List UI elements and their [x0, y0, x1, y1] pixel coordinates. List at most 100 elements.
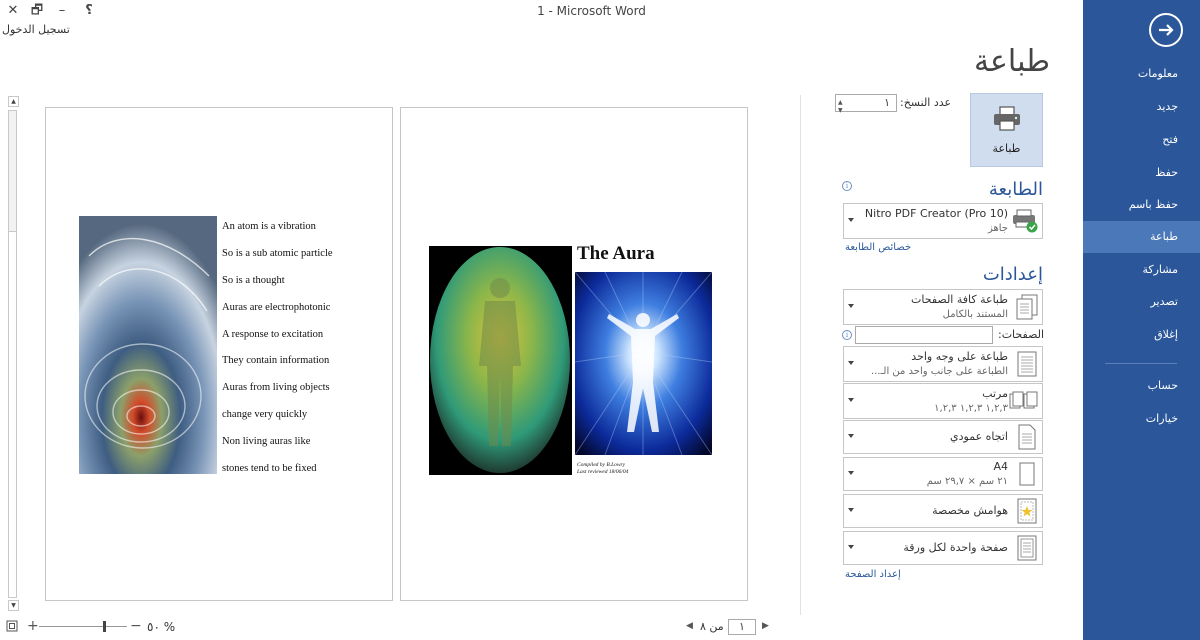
nav-open[interactable]: فتح	[1083, 124, 1200, 156]
nav-new[interactable]: جديد	[1083, 91, 1200, 123]
collate-label: مرتب	[982, 387, 1008, 400]
one-page-per-sheet-icon	[1017, 535, 1037, 561]
custom-margins-icon	[1017, 498, 1037, 524]
chevron-down-icon	[848, 471, 854, 475]
preview-scrollbar[interactable]: ▲ ▼	[5, 96, 19, 612]
nav-export[interactable]: تصدير	[1083, 286, 1200, 318]
poem-line: They contain information	[222, 355, 330, 366]
print-range-dropdown[interactable]: طباعة كافة الصفحات المستند بالكامل	[843, 289, 1043, 325]
back-arrow-icon	[1159, 24, 1174, 36]
poem-line: Non living auras like	[222, 436, 311, 447]
nav-account[interactable]: حساب	[1083, 370, 1200, 402]
one-sided-icon	[1017, 351, 1037, 377]
scroll-up-icon[interactable]: ▲	[8, 96, 19, 107]
printer-icon	[994, 106, 1020, 131]
margins-dropdown[interactable]: هوامش مخصصة	[843, 494, 1043, 528]
printer-name: Nitro PDF Creator (Pro 10)	[864, 207, 1008, 220]
copies-stepper[interactable]: ١ ▲ ▼	[835, 94, 897, 114]
paper-size-label: A4	[993, 460, 1008, 473]
poem-line: stones tend to be fixed	[222, 463, 317, 474]
aura-body-image	[429, 246, 572, 475]
nav-share[interactable]: مشاركة	[1083, 254, 1200, 286]
scroll-down-icon[interactable]: ▼	[8, 600, 19, 611]
chevron-down-icon	[848, 398, 854, 402]
credit-line: Last reviewed 18/06/04	[577, 469, 629, 475]
pages-label: الصفحات:	[998, 328, 1045, 341]
poem-line: Auras are electrophotonic	[222, 302, 331, 313]
nav-save-as[interactable]: حفظ باسم	[1083, 189, 1200, 221]
zoom-slider[interactable]	[39, 626, 127, 627]
current-page-input[interactable]: ١	[728, 619, 756, 635]
paper-size-sub: ٢١ سم × ٢٩,٧ سم	[926, 476, 1008, 487]
printer-status: جاهز	[987, 223, 1008, 234]
collate-dropdown[interactable]: مرتب ١,٢,٣ ١,٢,٣ ١,٢,٣	[843, 383, 1043, 419]
previous-page-icon[interactable]: ◀	[686, 621, 693, 631]
zoom-in-button[interactable]: +	[27, 618, 39, 634]
printer-properties-link[interactable]: خصائص الطابعة	[845, 242, 911, 253]
pages-per-sheet-label: صفحة واحدة لكل ورقة	[903, 541, 1008, 554]
sides-label: طباعة على وجه واحد	[911, 350, 1008, 363]
nav-separator	[1105, 363, 1177, 364]
chevron-down-icon	[848, 508, 854, 512]
nav-save[interactable]: حفظ	[1083, 157, 1200, 189]
copies-value: ١	[884, 96, 890, 109]
next-page-icon[interactable]: ▶	[762, 621, 769, 631]
orientation-label: اتجاه عمودي	[950, 430, 1008, 443]
nav-print[interactable]: طباعة	[1083, 221, 1200, 253]
pages-input[interactable]	[855, 326, 993, 344]
collated-icon	[1009, 391, 1038, 409]
print-button[interactable]: طباعة	[970, 93, 1043, 167]
pages-stack-icon	[1016, 294, 1038, 320]
sign-in-link[interactable]: تسجيل الدخول	[2, 23, 70, 36]
orientation-dropdown[interactable]: اتجاه عمودي	[843, 420, 1043, 454]
sides-sub: الطباعة على جانب واحد من الـ...	[870, 366, 1008, 377]
chevron-down-icon	[848, 218, 854, 222]
portrait-icon	[1018, 424, 1036, 450]
paper-icon	[1019, 462, 1035, 486]
nav-options[interactable]: خيارات	[1083, 403, 1200, 435]
collate-sub: ١,٢,٣ ١,٢,٣ ١,٢,٣	[934, 403, 1008, 414]
nav-info[interactable]: معلومات	[1083, 58, 1200, 90]
chevron-down-icon	[848, 545, 854, 549]
poem-line: An atom is a vibration	[222, 221, 316, 232]
chevron-down-icon	[848, 304, 854, 308]
spin-down-icon[interactable]: ▼	[838, 103, 843, 119]
title-bar: ✕ 🗗 – ؟ 1 - Microsoft Word	[0, 0, 1083, 22]
pages-per-sheet-dropdown[interactable]: صفحة واحدة لكل ورقة	[843, 531, 1043, 565]
poem-line: So is a sub atomic particle	[222, 248, 333, 259]
zoom-to-page-icon[interactable]	[6, 620, 18, 632]
poem-line: A response to excitation	[222, 329, 324, 340]
zoom-out-button[interactable]: −	[130, 618, 142, 634]
chevron-down-icon	[848, 434, 854, 438]
margins-label: هوامش مخصصة	[932, 504, 1008, 517]
printer-dropdown[interactable]: Nitro PDF Creator (Pro 10) جاهز	[843, 203, 1043, 239]
scroll-thumb[interactable]	[8, 110, 17, 232]
page-title: طباعة	[973, 44, 1050, 79]
credit-line: Compiled by B.Lowry	[577, 462, 626, 468]
printer-heading: الطابعة	[988, 179, 1043, 200]
window-title: 1 - Microsoft Word	[537, 4, 646, 18]
poem-line: So is a thought	[222, 275, 285, 286]
preview-divider	[800, 95, 801, 615]
copies-label: عدد النسخ:	[900, 96, 952, 109]
print-range-sub: المستند بالكامل	[942, 309, 1008, 320]
swirl-image	[79, 216, 217, 474]
poem-line: change very quickly	[222, 409, 308, 420]
print-range-label: طباعة كافة الصفحات	[911, 293, 1008, 306]
zoom-slider-thumb[interactable]	[103, 621, 106, 632]
print-button-label: طباعة	[992, 142, 1021, 155]
sides-dropdown[interactable]: طباعة على وجه واحد الطباعة على جانب واحد…	[843, 346, 1043, 382]
printer-ready-icon	[1013, 209, 1038, 233]
poem-line: Auras from living objects	[222, 382, 330, 393]
info-icon[interactable]: i	[842, 330, 852, 340]
zoom-percentage[interactable]: ٥٠ %	[147, 620, 175, 634]
paper-size-dropdown[interactable]: A4 ٢١ سم × ٢٩,٧ سم	[843, 457, 1043, 491]
nav-close[interactable]: إغلاق	[1083, 319, 1200, 351]
page-setup-link[interactable]: إعداد الصفحة	[845, 569, 901, 580]
backstage-nav: معلومات جديد فتح حفظ حفظ باسم طباعة مشار…	[1083, 0, 1200, 640]
back-button[interactable]	[1149, 13, 1183, 47]
info-icon[interactable]: i	[842, 181, 852, 191]
settings-heading: إعدادات	[982, 264, 1043, 285]
chevron-down-icon	[848, 361, 854, 365]
glowing-figure-image	[575, 272, 712, 455]
